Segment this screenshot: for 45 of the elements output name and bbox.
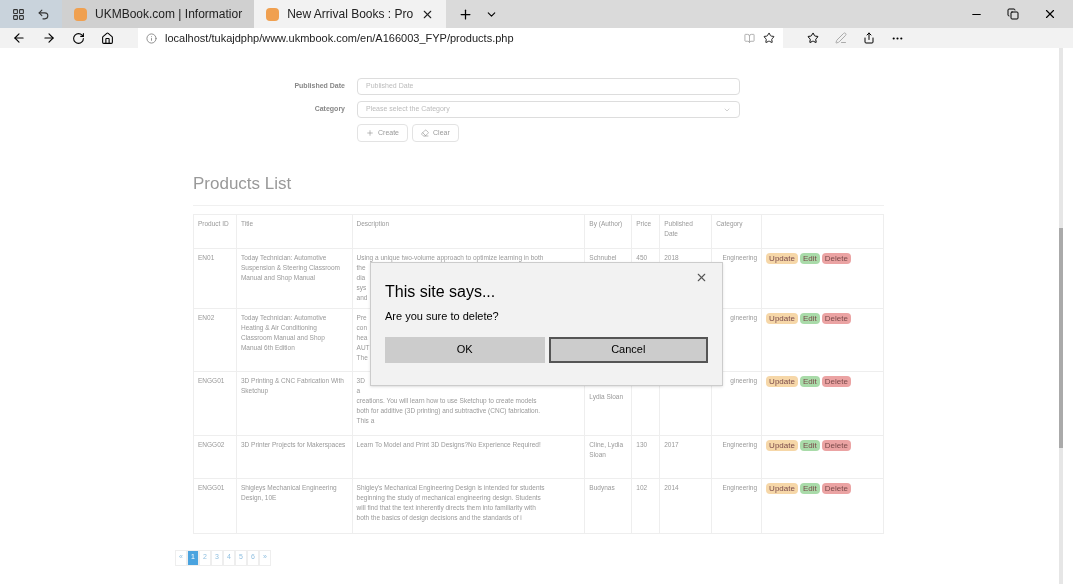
section-title: Products List (193, 173, 292, 195)
action-button[interactable]: Delete (821, 439, 851, 451)
tab-title: UKMBook.com | Informatior (95, 6, 243, 23)
action-button[interactable]: Edit (799, 312, 820, 324)
forward-icon[interactable] (42, 31, 56, 45)
back-icon[interactable] (12, 31, 26, 45)
action-button[interactable]: Update (766, 439, 798, 451)
eraser-icon (421, 129, 429, 137)
favorites-icon[interactable] (807, 32, 819, 44)
star-icon[interactable] (763, 32, 775, 44)
dialog-button[interactable]: Cancel (548, 336, 708, 363)
home-icon[interactable] (101, 31, 114, 45)
action-button[interactable]: Update (766, 312, 798, 324)
close-icon[interactable] (695, 271, 708, 284)
share-icon[interactable] (863, 32, 875, 44)
action-button[interactable]: Delete (821, 312, 851, 324)
info-icon (146, 32, 157, 44)
action-button[interactable]: Delete (821, 252, 851, 264)
favicon-icon (74, 7, 87, 21)
close-icon[interactable] (1043, 7, 1057, 21)
browser-tab[interactable]: UKMBook.com | Informatior (62, 0, 255, 28)
action-button[interactable]: Delete (821, 375, 851, 387)
action-button[interactable]: Edit (799, 482, 820, 494)
action-button[interactable]: Edit (799, 375, 820, 387)
plus-icon (366, 129, 374, 137)
favicon-icon (266, 7, 280, 21)
refresh-icon[interactable] (72, 31, 85, 45)
action-button[interactable]: Delete (821, 482, 851, 494)
action-button[interactable]: Edit (799, 252, 820, 264)
action-button[interactable]: Update (766, 252, 798, 264)
tab-aside-icon[interactable] (37, 7, 50, 21)
tab-title: New Arrival Books : Pro (287, 6, 414, 23)
dialog-message: Are you sure to delete? (385, 309, 499, 324)
dialog-button[interactable]: OK (385, 336, 545, 363)
scrollbar[interactable] (1059, 48, 1063, 584)
dialog-title: This site says... (385, 282, 496, 302)
browser-tab[interactable]: New Arrival Books : Pro (254, 0, 447, 28)
tabs-icon[interactable] (12, 7, 25, 21)
action-button[interactable]: Update (766, 375, 798, 387)
url-text: localhost/tukajdphp/www.ukmbook.com/en/A166003_FYP/products.php (165, 30, 514, 46)
action-button[interactable]: Edit (799, 439, 820, 451)
restore-icon[interactable] (1007, 8, 1019, 20)
new-tab-icon[interactable] (458, 6, 474, 22)
action-button[interactable]: Update (766, 482, 798, 494)
address-bar[interactable]: localhost/tukajdphp/www.ukmbook.com/en/A166003_FYP/products.php (138, 28, 783, 48)
